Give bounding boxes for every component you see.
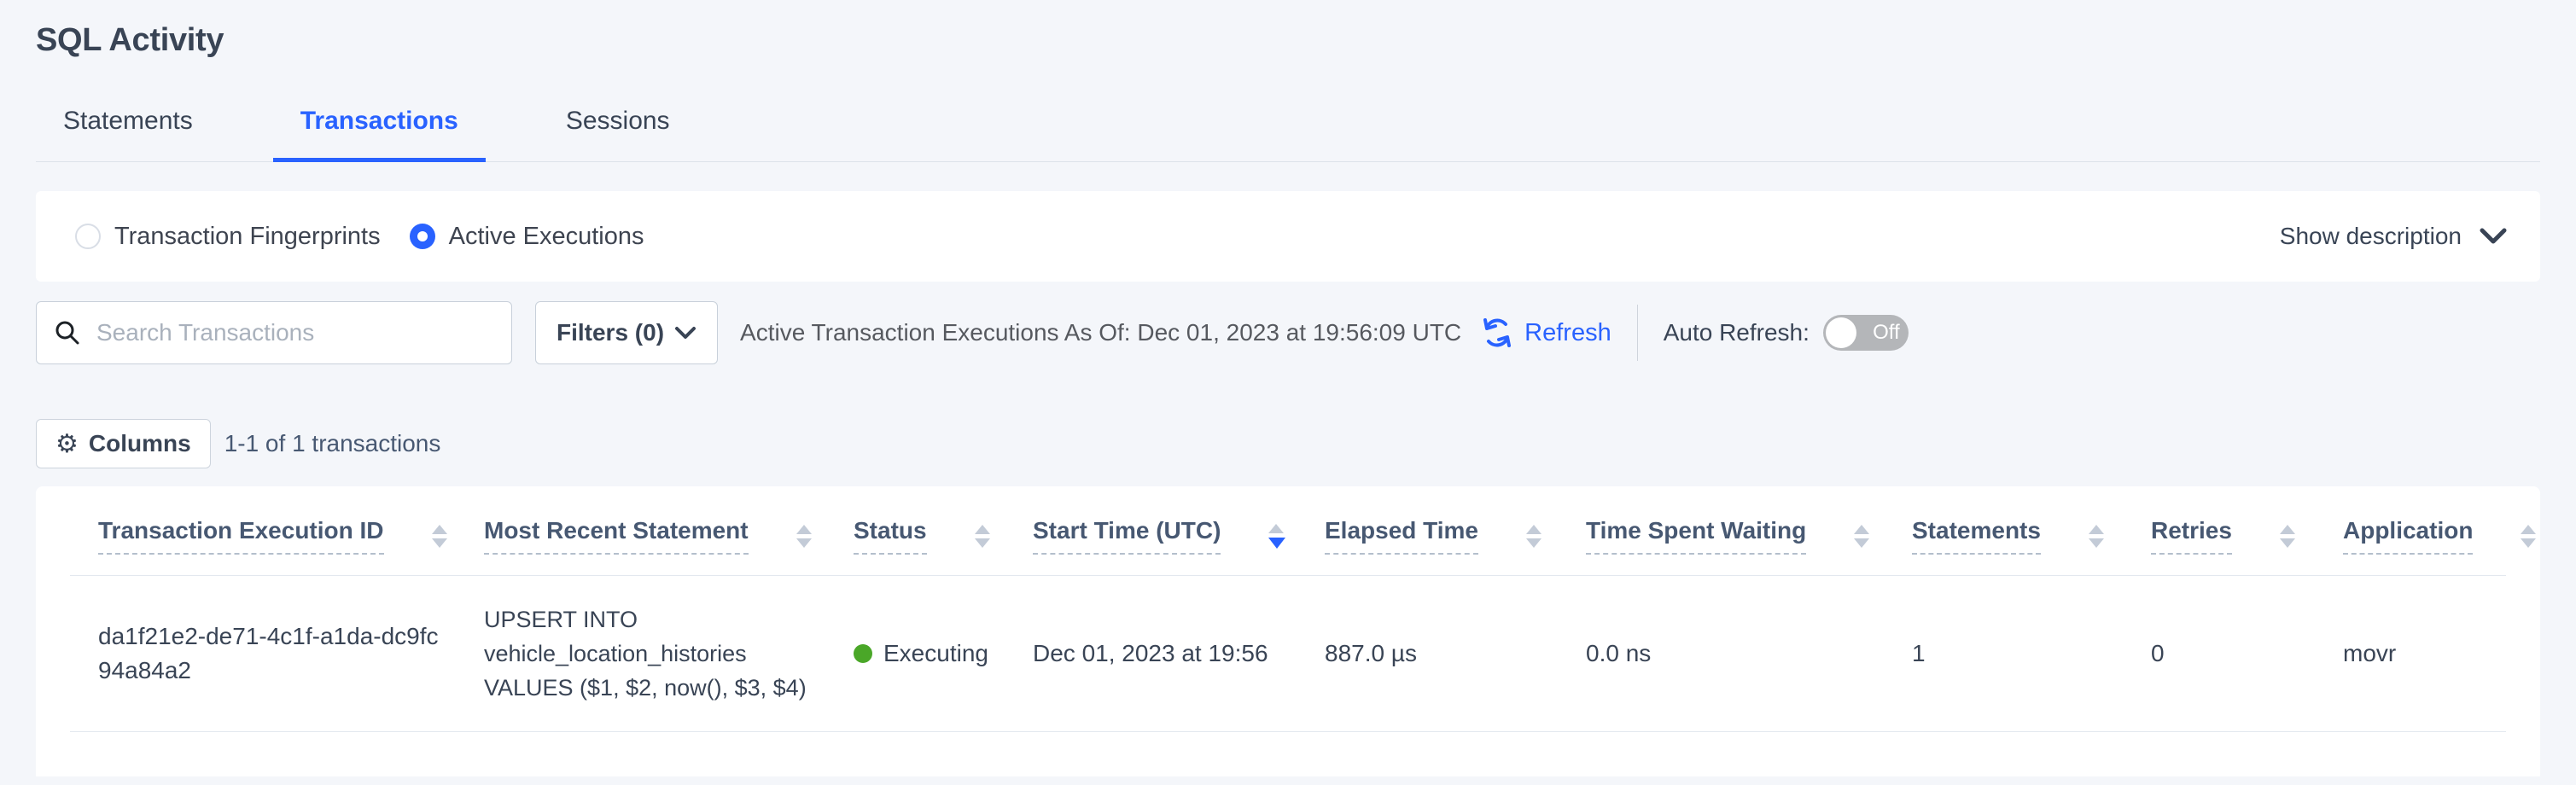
executing-status-dot-icon — [854, 644, 872, 663]
refresh-button[interactable]: Refresh — [1480, 316, 1611, 350]
radio-selected-icon[interactable] — [410, 224, 435, 249]
search-box[interactable] — [36, 301, 512, 364]
filters-button[interactable]: Filters (0) — [535, 301, 718, 364]
tab-transactions[interactable]: Transactions — [273, 107, 486, 162]
refresh-icon — [1480, 316, 1514, 350]
status-label: Executing — [883, 640, 988, 667]
transaction-execution-id[interactable]: da1f21e2-de71-4c1f-a1da-dc9fc94a84a2 — [98, 619, 439, 688]
table-row[interactable]: da1f21e2-de71-4c1f-a1da-dc9fc94a84a2 UPS… — [70, 576, 2506, 732]
elapsed-time-cell: 887.0 µs — [1297, 576, 1558, 732]
gear-icon: ⚙ — [55, 429, 79, 459]
column-header-retries[interactable]: Retries — [2123, 486, 2315, 576]
transactions-table-card: Transaction Execution ID Most Recent Sta… — [36, 486, 2540, 776]
radio-label[interactable]: Transaction Fingerprints — [114, 223, 381, 251]
column-header-application[interactable]: Application — [2315, 486, 2506, 576]
chevron-down-icon — [2479, 227, 2508, 246]
search-icon — [54, 319, 81, 346]
view-mode-card: Transaction Fingerprints Active Executio… — [36, 191, 2540, 282]
column-header-most-recent-statement[interactable]: Most Recent Statement — [456, 486, 825, 576]
show-description-toggle[interactable]: Show description — [2280, 223, 2508, 250]
sort-icon[interactable] — [2521, 525, 2536, 548]
column-header-transaction-execution-id[interactable]: Transaction Execution ID — [70, 486, 456, 576]
radio-active-executions[interactable]: Active Executions — [410, 223, 644, 251]
tab-bar: Statements Transactions Sessions — [36, 107, 2540, 162]
column-header-time-spent-waiting[interactable]: Time Spent Waiting — [1558, 486, 1884, 576]
tab-statements[interactable]: Statements — [36, 107, 220, 162]
show-description-label[interactable]: Show description — [2280, 223, 2462, 250]
column-header-start-time[interactable]: Start Time (UTC) — [1005, 486, 1297, 576]
search-input[interactable] — [96, 319, 496, 346]
toggle-state-label: Off — [1864, 321, 1909, 345]
controls-row: Filters (0) Active Transaction Execution… — [36, 301, 2540, 364]
vertical-divider — [1637, 305, 1638, 361]
tab-sessions[interactable]: Sessions — [539, 107, 697, 162]
page-title: SQL Activity — [36, 0, 2540, 59]
sort-icon[interactable] — [975, 525, 990, 548]
sort-icon[interactable] — [2280, 525, 2295, 548]
columns-button[interactable]: ⚙ Columns — [36, 419, 211, 468]
radio-unselected-icon[interactable] — [75, 224, 101, 249]
application-cell: movr — [2315, 576, 2506, 732]
most-recent-statement: UPSERT INTO vehicle_location_histories V… — [484, 602, 808, 705]
start-time-cell: Dec 01, 2023 at 19:56 — [1005, 576, 1297, 732]
retries-cell: 0 — [2123, 576, 2315, 732]
radio-transaction-fingerprints[interactable]: Transaction Fingerprints — [75, 223, 381, 251]
table-header-row: Transaction Execution ID Most Recent Sta… — [70, 486, 2506, 576]
toggle-knob — [1826, 317, 1856, 348]
time-spent-waiting-cell: 0.0 ns — [1558, 576, 1884, 732]
column-header-status[interactable]: Status — [825, 486, 1005, 576]
result-count: 1-1 of 1 transactions — [224, 430, 441, 457]
as-of-timestamp: Active Transaction Executions As Of: Dec… — [740, 319, 1461, 346]
status-cell: Executing — [854, 640, 988, 667]
auto-refresh-label: Auto Refresh: — [1664, 319, 1810, 346]
column-header-elapsed-time[interactable]: Elapsed Time — [1297, 486, 1558, 576]
sort-icon[interactable] — [1854, 525, 1869, 548]
radio-label[interactable]: Active Executions — [449, 223, 644, 251]
filters-label: Filters (0) — [557, 319, 664, 346]
sort-icon-active-desc[interactable] — [1268, 524, 1285, 549]
sql-activity-page: SQL Activity Statements Transactions Ses… — [0, 0, 2576, 776]
sort-icon[interactable] — [432, 525, 447, 548]
refresh-label[interactable]: Refresh — [1524, 319, 1611, 347]
sort-icon[interactable] — [1526, 525, 1542, 548]
statements-count-cell: 1 — [1884, 576, 2123, 732]
auto-refresh-toggle[interactable]: Off — [1823, 315, 1909, 351]
chevron-down-icon — [674, 325, 696, 340]
columns-button-label: Columns — [89, 430, 191, 457]
sort-icon[interactable] — [2089, 525, 2104, 548]
sort-icon[interactable] — [796, 525, 812, 548]
column-header-statements[interactable]: Statements — [1884, 486, 2123, 576]
columns-row: ⚙ Columns 1-1 of 1 transactions — [36, 419, 2540, 468]
transactions-table: Transaction Execution ID Most Recent Sta… — [70, 486, 2506, 732]
